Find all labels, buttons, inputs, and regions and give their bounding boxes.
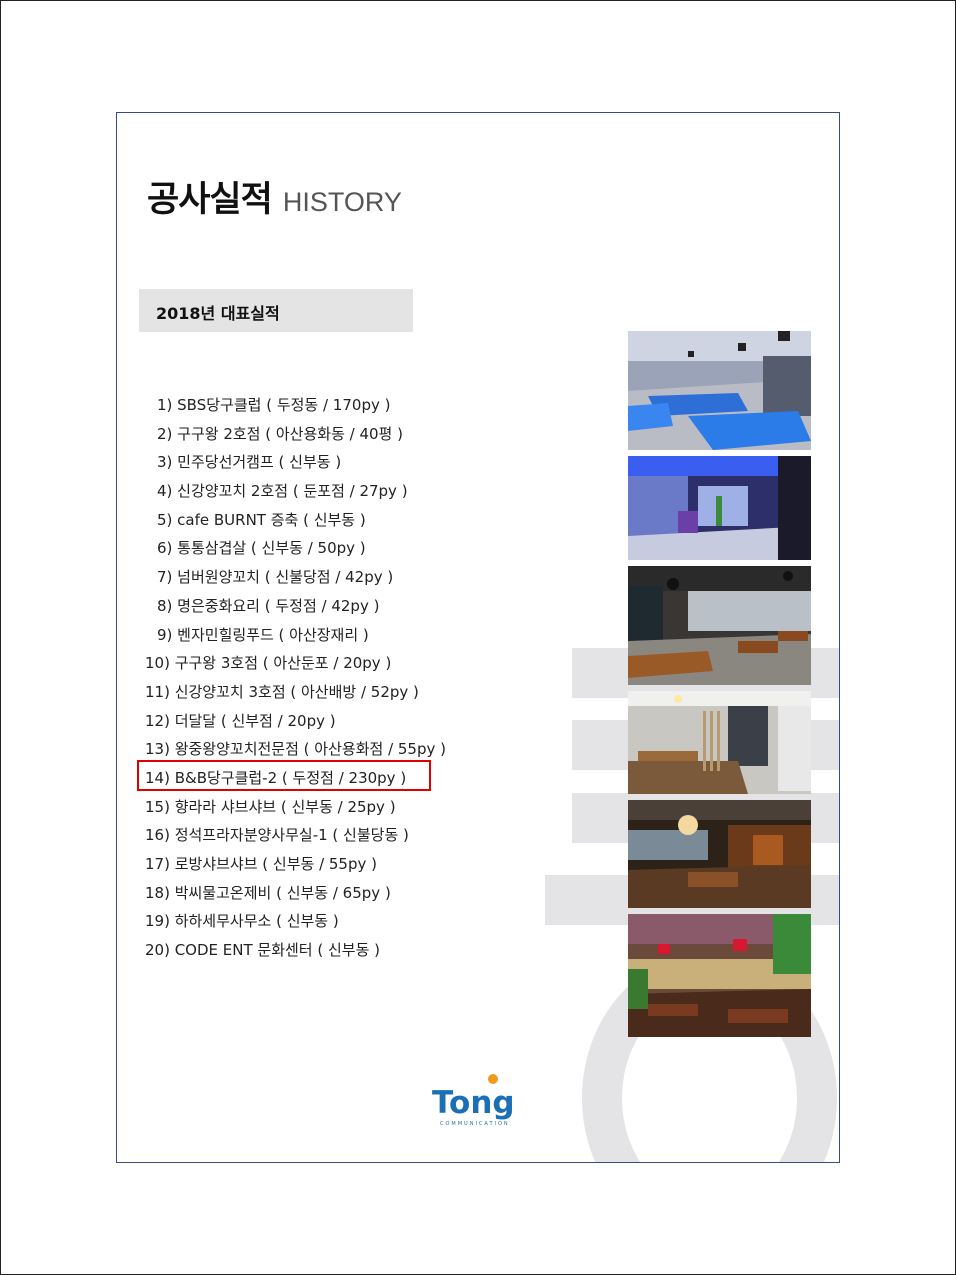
list-item: 1) SBS당구클럽 ( 두정동 / 170py ) (157, 396, 391, 414)
photo-red-lamp-restaurant (628, 914, 811, 1037)
list-item: 9) 벤자민힐링푸드 ( 아산장재리 ) (157, 625, 369, 644)
highlight-box (137, 760, 431, 791)
list-item: 19) 하하세무사무소 ( 신부동 ) (145, 912, 339, 931)
list-item: 7) 넘버원양꼬치 ( 신불당점 / 42py ) (157, 568, 394, 587)
section-label: 2018년 대표실적 (156, 304, 280, 323)
title-english: HISTORY (282, 187, 402, 217)
list-item: 8) 명은중화요리 ( 두정점 / 42py ) (157, 596, 380, 615)
list-item: 6) 통통삼겹살 ( 신부동 / 50py ) (157, 539, 366, 558)
list-item: 15) 향라라 샤브샤브 ( 신부동 / 25py ) (145, 797, 396, 816)
list-item: 2) 구구왕 2호점 ( 아산용화동 / 40평 ) (157, 424, 403, 443)
tong-logo: Tong COMMUNICATION (430, 1073, 530, 1129)
photo-blue-interior (628, 456, 811, 560)
list-item: 16) 정석프라자분양사무실-1 ( 신불당동 ) (145, 826, 409, 845)
list-item: 3) 민주당선거캠프 ( 신부동 ) (157, 453, 342, 472)
list-item: 4) 신강양꼬치 2호점 ( 둔포점 / 27py ) (157, 482, 408, 501)
list-item: 11) 신강양꼬치 3호점 ( 아산배방 / 52py ) (145, 682, 419, 701)
photo-restaurant-tables (628, 566, 811, 685)
photo-billiard-club (628, 331, 811, 450)
photo-chandelier-dining (628, 800, 811, 908)
project-list: 1) SBS당구클럽 ( 두정동 / 170py ) 2) 구구왕 2호점 ( … (145, 391, 446, 965)
document-page: 공사실적 HISTORY 2018년 대표실적 1) SBS당구클럽 ( 두정동… (116, 112, 840, 1163)
list-item: 10) 구구왕 3호점 ( 아산둔포 / 20py ) (145, 654, 392, 673)
page-title: 공사실적 HISTORY (147, 171, 402, 222)
section-header: 2018년 대표실적 (139, 289, 413, 332)
list-item: 18) 박씨물고온제비 ( 신부동 / 65py ) (145, 883, 391, 902)
list-item: 17) 로방샤브샤브 ( 신부동 / 55py ) (145, 855, 377, 873)
title-korean: 공사실적 (147, 180, 273, 220)
logo-subtext: COMMUNICATION (440, 1121, 510, 1127)
list-item: 5) cafe BURNT 증축 ( 신부동 ) (157, 510, 366, 529)
logo-text: Tong (432, 1085, 515, 1121)
list-item: 20) CODE ENT 문화센터 ( 신부동 ) (145, 941, 381, 960)
photo-restaurant-corridor (628, 691, 811, 794)
list-item: 12) 더달달 ( 신부점 / 20py ) (145, 711, 336, 730)
